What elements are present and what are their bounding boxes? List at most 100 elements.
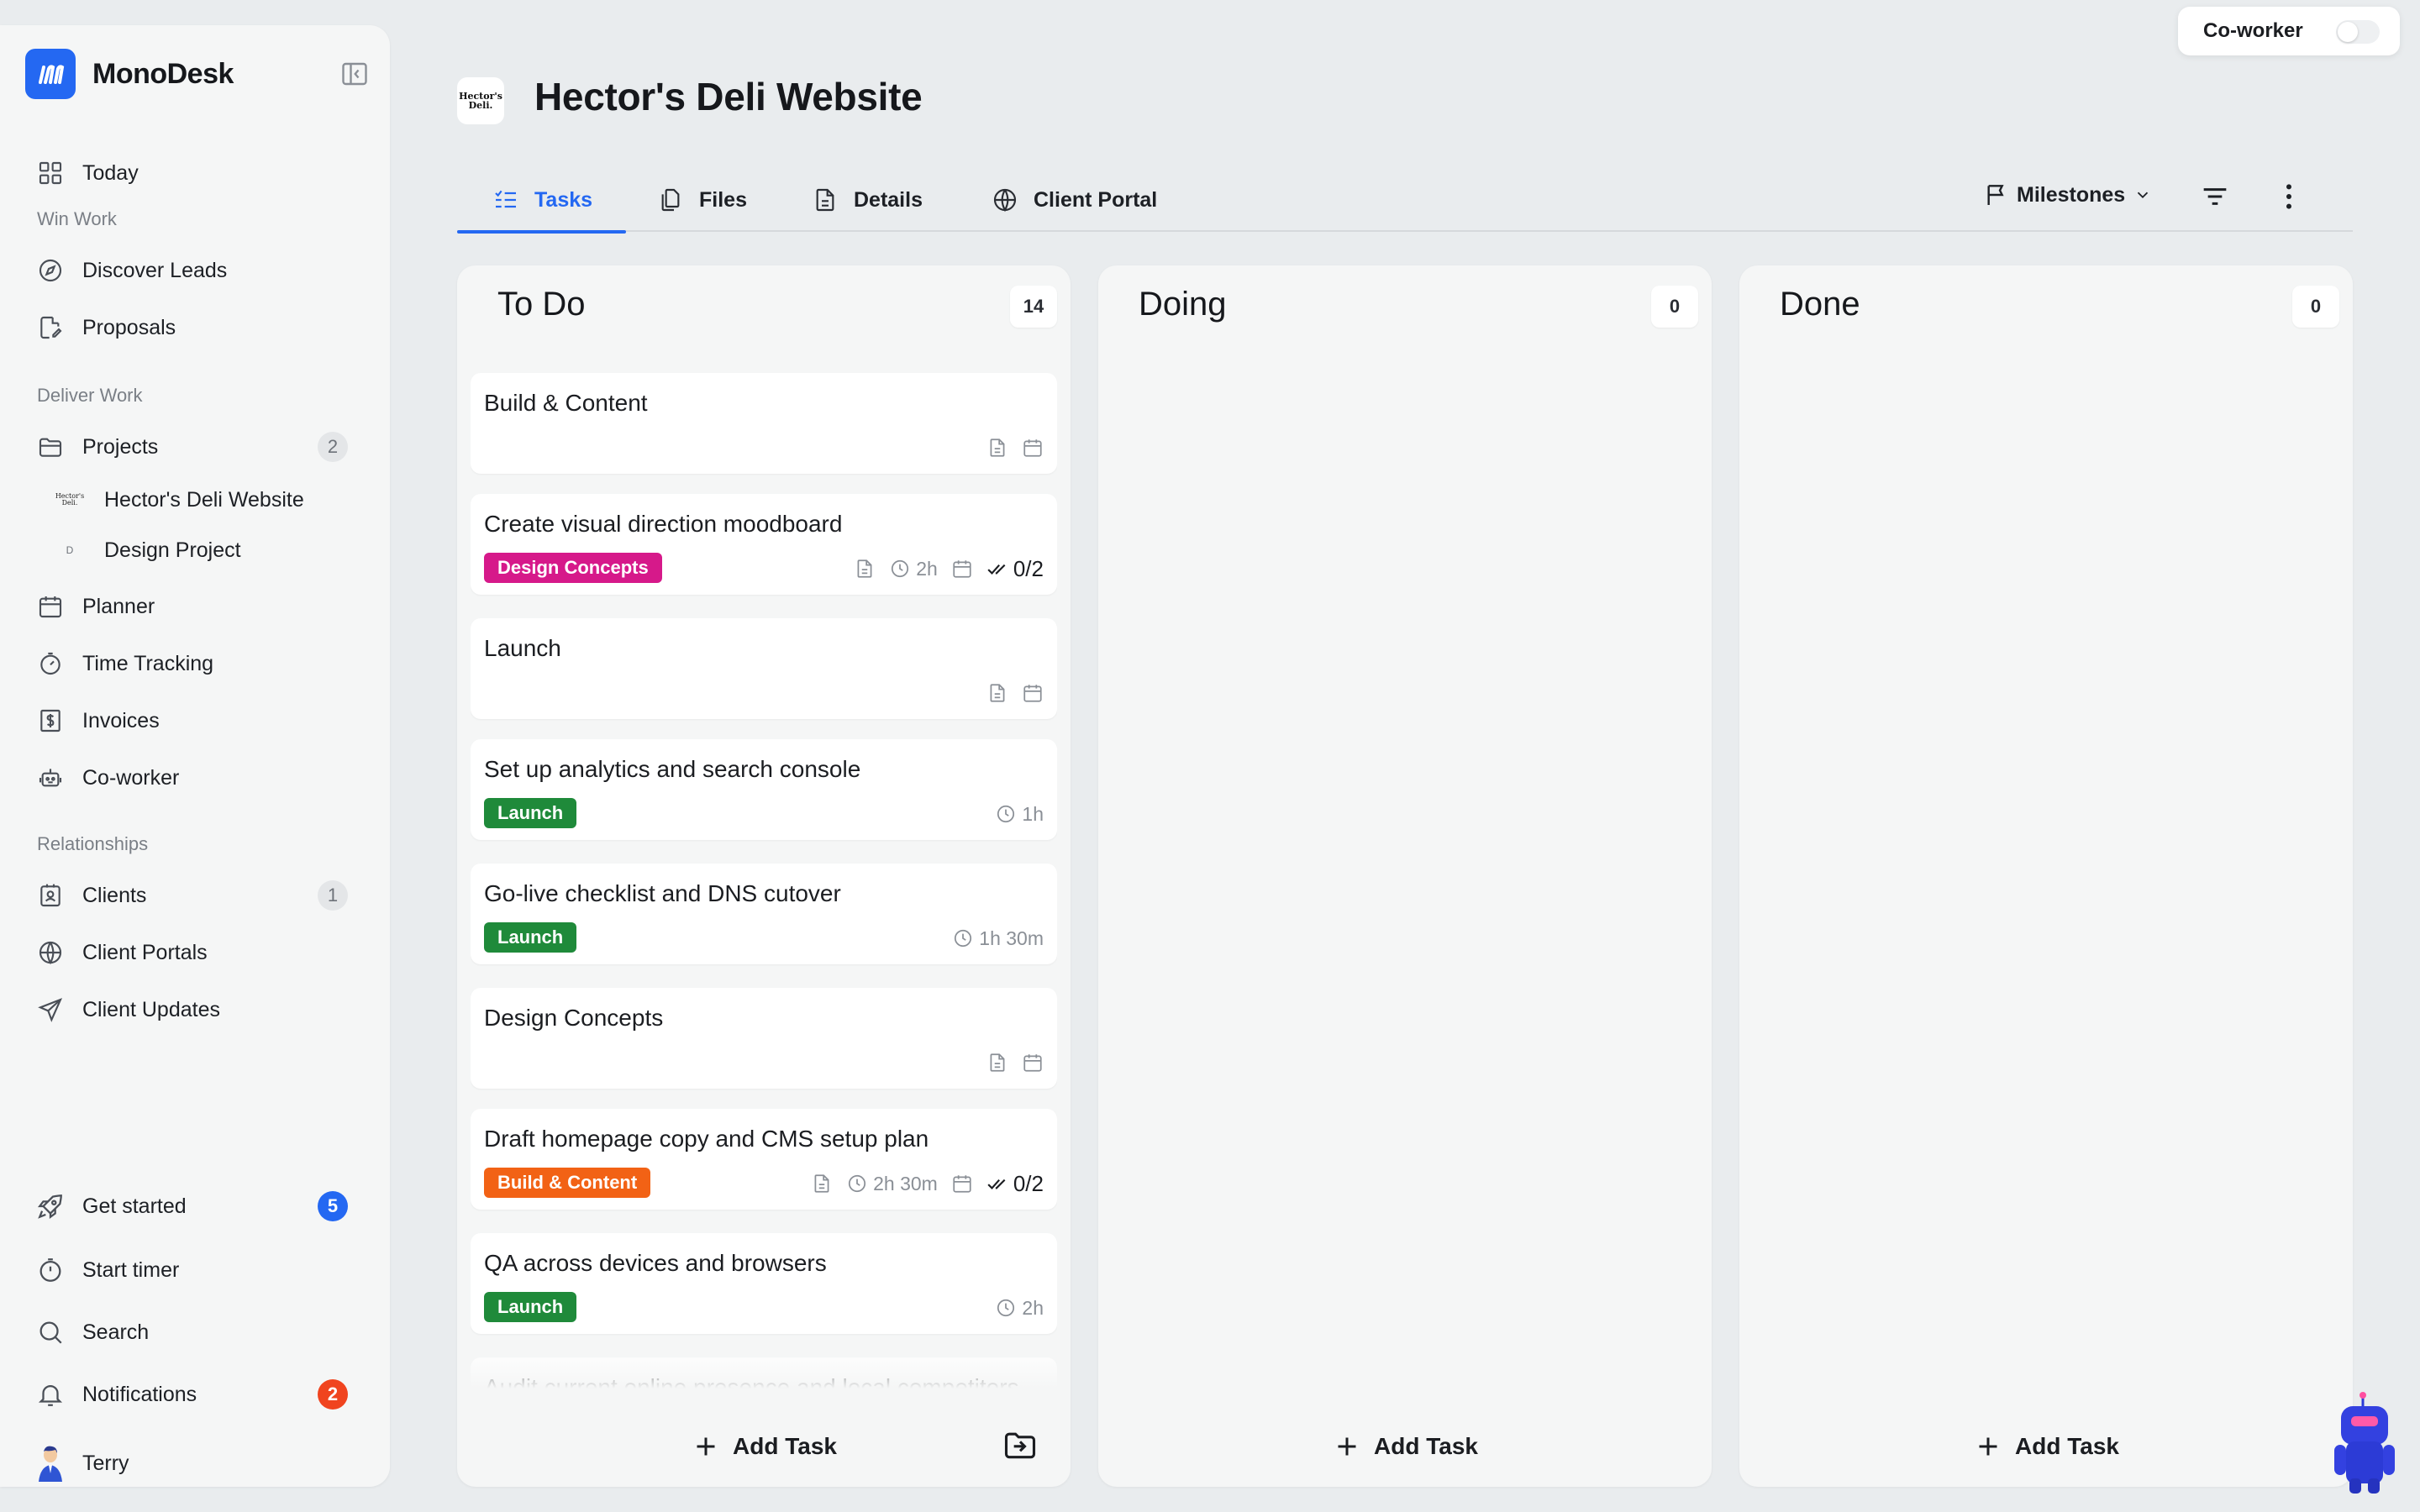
task-card[interactable]: Launch [471, 618, 1057, 719]
import-tasks-icon[interactable] [1002, 1426, 1039, 1463]
task-card[interactable]: Audit current online presence and local … [471, 1357, 1057, 1396]
tab-client-portal[interactable]: Client Portal [990, 168, 1157, 232]
nav-proposals[interactable]: Proposals [34, 304, 361, 351]
clock-icon [995, 803, 1017, 825]
task-meta-item [986, 1052, 1008, 1074]
task-card[interactable]: Set up analytics and search console Launc… [471, 739, 1057, 840]
tab-tasks[interactable]: Tasks [456, 168, 627, 234]
nav-discover-leads[interactable]: Discover Leads [34, 247, 361, 294]
plus-icon [1973, 1431, 2003, 1462]
files-icon [655, 185, 686, 215]
column-count-badge: 0 [2292, 286, 2339, 328]
task-meta-item: 1h [995, 803, 1044, 826]
notifications-count-badge: 2 [318, 1379, 348, 1410]
task-meta-item [951, 558, 973, 580]
tab-tasks-label: Tasks [534, 187, 593, 212]
calendar-icon [1022, 682, 1044, 704]
sidebar-project-hectors-deli[interactable]: Hector's Deli. Hector's Deli Website [55, 479, 360, 521]
globe-icon [990, 185, 1020, 215]
task-meta-item: 2h [995, 1297, 1044, 1320]
column-doing: Doing 0 Add Task [1098, 265, 1712, 1487]
task-list: Build & Content Create visual direction m… [471, 373, 1057, 1396]
search-label: Search [82, 1320, 150, 1344]
task-title: Launch [484, 635, 561, 661]
task-card[interactable]: Go-live checklist and DNS cutover Launch 1… [471, 864, 1057, 964]
task-time-estimate: 2h [916, 557, 938, 580]
task-meta: 1h 30m [952, 926, 1044, 951]
task-card[interactable]: Design Concepts [471, 988, 1057, 1089]
task-meta-item [986, 437, 1008, 459]
collapse-sidebar-icon[interactable] [339, 59, 370, 89]
assistant-mascot-icon[interactable] [2329, 1391, 2396, 1495]
task-meta: 2h 30m 0/2 [811, 1171, 1044, 1196]
nav-coworker[interactable]: Co-worker [34, 754, 361, 801]
section-deliver-work: Deliver Work [37, 385, 143, 406]
tab-details[interactable]: Details [810, 168, 923, 232]
projects-count-badge: 2 [318, 432, 348, 462]
app-logo[interactable]: MonoDesk [25, 49, 370, 99]
nav-projects-label: Projects [82, 434, 159, 459]
milestone-tag[interactable]: Launch [484, 922, 577, 953]
start-timer-label: Start timer [82, 1257, 180, 1282]
task-card[interactable]: Build & Content [471, 373, 1057, 474]
more-options-icon[interactable] [2272, 180, 2306, 213]
sidebar-project-design[interactable]: D Design Project [57, 529, 360, 571]
user-profile[interactable]: Terry [34, 1440, 361, 1487]
nav-clients[interactable]: Clients 1 [34, 872, 361, 919]
clock-icon [889, 558, 911, 580]
task-time-estimate: 2h 30m [873, 1172, 938, 1194]
filter-icon[interactable] [2198, 180, 2232, 213]
project-logo: Hector's Deli. [457, 77, 504, 124]
milestone-tag[interactable]: Launch [484, 1292, 577, 1322]
column-count-badge: 0 [1651, 286, 1698, 328]
nav-get-started[interactable]: Get started 5 [34, 1183, 361, 1230]
nav-planner[interactable]: Planner [34, 583, 361, 630]
flag-icon [1983, 181, 2010, 208]
calendar-icon [951, 1173, 973, 1194]
toggle-knob [2338, 22, 2358, 42]
column-title: Done [1780, 286, 1860, 323]
document-icon [810, 185, 840, 215]
task-meta [986, 1050, 1044, 1075]
task-card[interactable]: Draft homepage copy and CMS setup plan Bu… [471, 1109, 1057, 1210]
contact-card-icon [34, 879, 67, 912]
add-task-button[interactable]: Add Task [457, 1426, 1071, 1467]
calendar-icon [1022, 1052, 1044, 1074]
task-meta-item [1022, 437, 1044, 459]
add-task-button[interactable]: Add Task [1739, 1426, 2353, 1467]
task-meta-item: 2h 30m [846, 1173, 938, 1195]
task-meta-item: 0/2 [986, 556, 1044, 582]
tab-files[interactable]: Files [655, 168, 747, 232]
nav-today[interactable]: Today [34, 150, 361, 197]
clock-icon [995, 1297, 1017, 1319]
task-meta-item [951, 1173, 973, 1194]
task-checklist-progress: 0/2 [1013, 555, 1044, 581]
notifications-button[interactable]: Notifications 2 [34, 1371, 361, 1418]
milestones-dropdown[interactable]: Milestones [1983, 176, 2152, 213]
task-meta-item [1022, 1052, 1044, 1074]
task-meta-item [811, 1173, 833, 1194]
toggle-switch[interactable] [2336, 20, 2380, 44]
nav-client-updates[interactable]: Client Updates [34, 986, 361, 1033]
plus-icon [691, 1431, 721, 1462]
milestone-tag[interactable]: Design Concepts [484, 553, 662, 583]
timer-icon [34, 1253, 67, 1287]
task-title: Draft homepage copy and CMS setup plan [484, 1126, 929, 1152]
add-task-button[interactable]: Add Task [1098, 1426, 1712, 1467]
coworker-toggle[interactable]: Co-worker [2178, 7, 2400, 55]
start-timer-button[interactable]: Start timer [34, 1247, 361, 1294]
nav-client-portals[interactable]: Client Portals [34, 929, 361, 976]
description-icon [986, 1052, 1008, 1074]
column-todo: To Do 14 Build & Content Create visual di… [457, 265, 1071, 1487]
nav-projects[interactable]: Projects 2 [34, 423, 361, 470]
search-button[interactable]: Search [34, 1309, 361, 1356]
milestone-tag[interactable]: Launch [484, 798, 577, 828]
nav-time-tracking[interactable]: Time Tracking [34, 640, 361, 687]
task-card[interactable]: Create visual direction moodboard Design … [471, 494, 1057, 595]
sidebar: MonoDesk Today Win Work Discover Leads P… [0, 25, 390, 1487]
task-card[interactable]: QA across devices and browsers Launch 2h [471, 1233, 1057, 1334]
compass-icon [34, 254, 67, 287]
send-icon [34, 993, 67, 1026]
milestone-tag[interactable]: Build & Content [484, 1168, 651, 1198]
nav-invoices[interactable]: Invoices [34, 697, 361, 744]
